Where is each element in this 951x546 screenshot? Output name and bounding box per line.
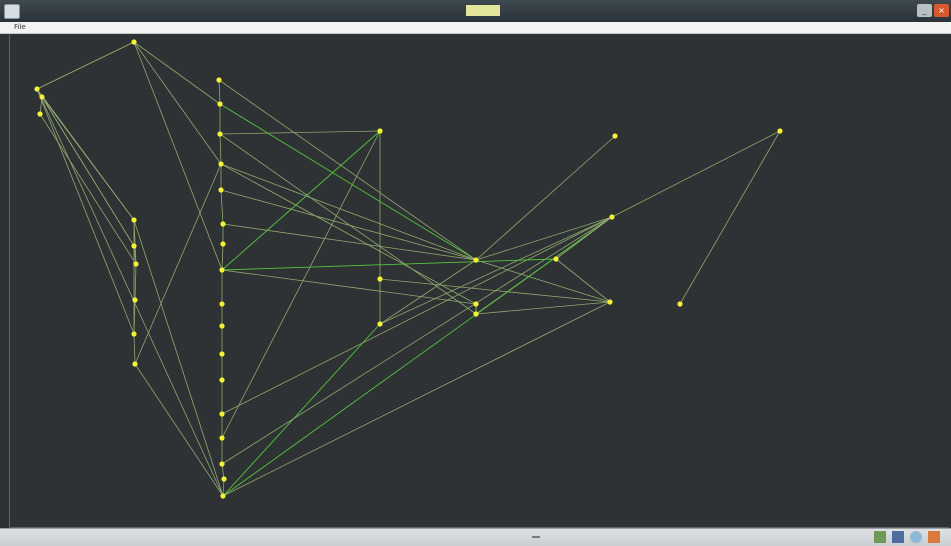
graph-node[interactable]: [219, 323, 225, 329]
graph-node[interactable]: [221, 476, 227, 482]
graph-node[interactable]: [218, 161, 224, 167]
graph-node[interactable]: [220, 221, 226, 227]
network-icon[interactable]: [874, 531, 886, 543]
graph-node[interactable]: [39, 94, 45, 100]
graph-node[interactable]: [133, 261, 139, 267]
app-tray-icon[interactable]: [892, 531, 904, 543]
graph-edge[interactable]: [555, 258, 611, 303]
graph-node[interactable]: [609, 214, 615, 220]
graph-node[interactable]: [473, 257, 479, 263]
graph-edge[interactable]: [220, 189, 224, 225]
menu-file[interactable]: File: [14, 23, 26, 31]
graph-node[interactable]: [219, 351, 225, 357]
system-tray: [874, 531, 946, 544]
graph-node[interactable]: [218, 187, 224, 193]
graph-node[interactable]: [219, 411, 225, 417]
graph-edge[interactable]: [133, 219, 224, 497]
graph-edge[interactable]: [379, 259, 477, 325]
graph-node[interactable]: [553, 256, 559, 262]
graph-edge[interactable]: [222, 323, 381, 497]
graph-node[interactable]: [219, 301, 225, 307]
graph-edge[interactable]: [36, 88, 224, 497]
close-icon: ×: [938, 6, 945, 15]
status-progress-mark: [532, 536, 540, 538]
graph-node[interactable]: [219, 461, 225, 467]
graph-node[interactable]: [132, 361, 138, 367]
graph-node[interactable]: [217, 131, 223, 137]
graph-edge[interactable]: [134, 363, 224, 497]
graph-edge[interactable]: [218, 79, 221, 105]
graph-edge[interactable]: [36, 88, 135, 335]
graph-node[interactable]: [377, 128, 383, 134]
graph-node[interactable]: [219, 435, 225, 441]
graph-node[interactable]: [131, 331, 137, 337]
graph-edge[interactable]: [222, 223, 477, 261]
graph-node[interactable]: [473, 311, 479, 317]
graph-edge[interactable]: [555, 216, 613, 260]
graph-node[interactable]: [219, 377, 225, 383]
graph-node[interactable]: [777, 128, 783, 134]
graph-node[interactable]: [216, 77, 222, 83]
graph-node[interactable]: [131, 39, 137, 45]
graph-edge[interactable]: [475, 135, 616, 261]
graph-view[interactable]: [10, 34, 949, 527]
graph-edge[interactable]: [133, 41, 221, 105]
graph-edge[interactable]: [36, 41, 135, 90]
graph-edge[interactable]: [219, 130, 381, 135]
status-bar: [0, 528, 951, 546]
graph-edge[interactable]: [379, 278, 611, 303]
flag-icon[interactable]: [928, 531, 940, 543]
graph-edge[interactable]: [220, 189, 477, 261]
window-titlebar[interactable]: _ ×: [0, 0, 951, 23]
graph-node[interactable]: [217, 101, 223, 107]
graph-edge[interactable]: [133, 41, 223, 271]
graph-node[interactable]: [607, 299, 613, 305]
graph-node[interactable]: [677, 301, 683, 307]
app-icon[interactable]: [4, 4, 20, 19]
minimize-icon: _: [922, 6, 927, 15]
graph-node[interactable]: [131, 243, 137, 249]
graph-edge[interactable]: [221, 243, 224, 271]
graph-edge[interactable]: [39, 113, 137, 265]
graph-node[interactable]: [220, 241, 226, 247]
graph-edge[interactable]: [219, 133, 222, 165]
graph-edge[interactable]: [221, 130, 381, 439]
graph-edge[interactable]: [134, 263, 137, 301]
window-title: [466, 5, 500, 16]
graph-node[interactable]: [220, 493, 226, 499]
graph-edge[interactable]: [219, 103, 477, 261]
graph-edge[interactable]: [220, 163, 477, 261]
graph-node[interactable]: [377, 321, 383, 327]
graph-edge[interactable]: [221, 216, 613, 415]
close-button[interactable]: ×: [934, 4, 949, 17]
graph-edge[interactable]: [221, 258, 557, 271]
minimize-button[interactable]: _: [917, 4, 932, 17]
graph-edge[interactable]: [222, 301, 611, 497]
graph-edge[interactable]: [475, 216, 613, 261]
graph-edge[interactable]: [41, 96, 135, 247]
graph-edge[interactable]: [220, 163, 477, 305]
menu-bar: File: [0, 22, 951, 34]
graph-node[interactable]: [377, 276, 383, 282]
graph-node[interactable]: [132, 297, 138, 303]
graph-node[interactable]: [34, 86, 40, 92]
graph-edge[interactable]: [221, 216, 613, 465]
graph-node[interactable]: [131, 217, 137, 223]
graph-canvas[interactable]: [9, 34, 949, 528]
graph-edge[interactable]: [133, 333, 136, 365]
chat-icon[interactable]: [910, 531, 922, 543]
graph-node[interactable]: [612, 133, 618, 139]
graph-node[interactable]: [219, 267, 225, 273]
graph-node[interactable]: [473, 301, 479, 307]
graph-node[interactable]: [37, 111, 43, 117]
graph-edge[interactable]: [133, 41, 222, 165]
